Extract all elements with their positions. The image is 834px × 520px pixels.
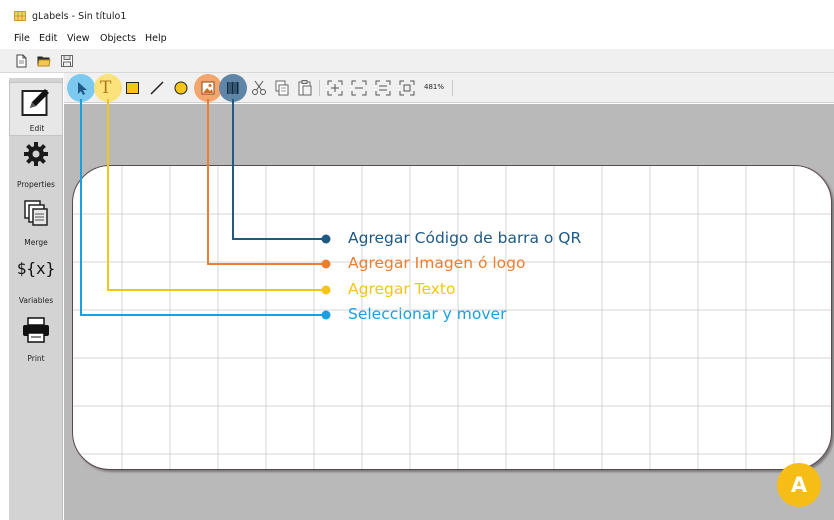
text-leader-dot [321, 285, 331, 295]
annotation-image: Agregar Imagen ó logo [348, 254, 526, 272]
annotation-select: Seleccionar y mover [348, 305, 507, 323]
image-leader-dot [321, 259, 331, 269]
text-leader-line [107, 99, 326, 291]
select-leader-dot [321, 310, 331, 320]
annotation-barcode: Agregar Código de barra o QR [348, 229, 582, 247]
annotation-text: Agregar Texto [348, 280, 456, 298]
figure-badge: A [777, 463, 821, 507]
barcode-leader-line [232, 99, 326, 240]
select-leader-line [80, 99, 326, 316]
barcode-leader-dot [321, 234, 331, 244]
